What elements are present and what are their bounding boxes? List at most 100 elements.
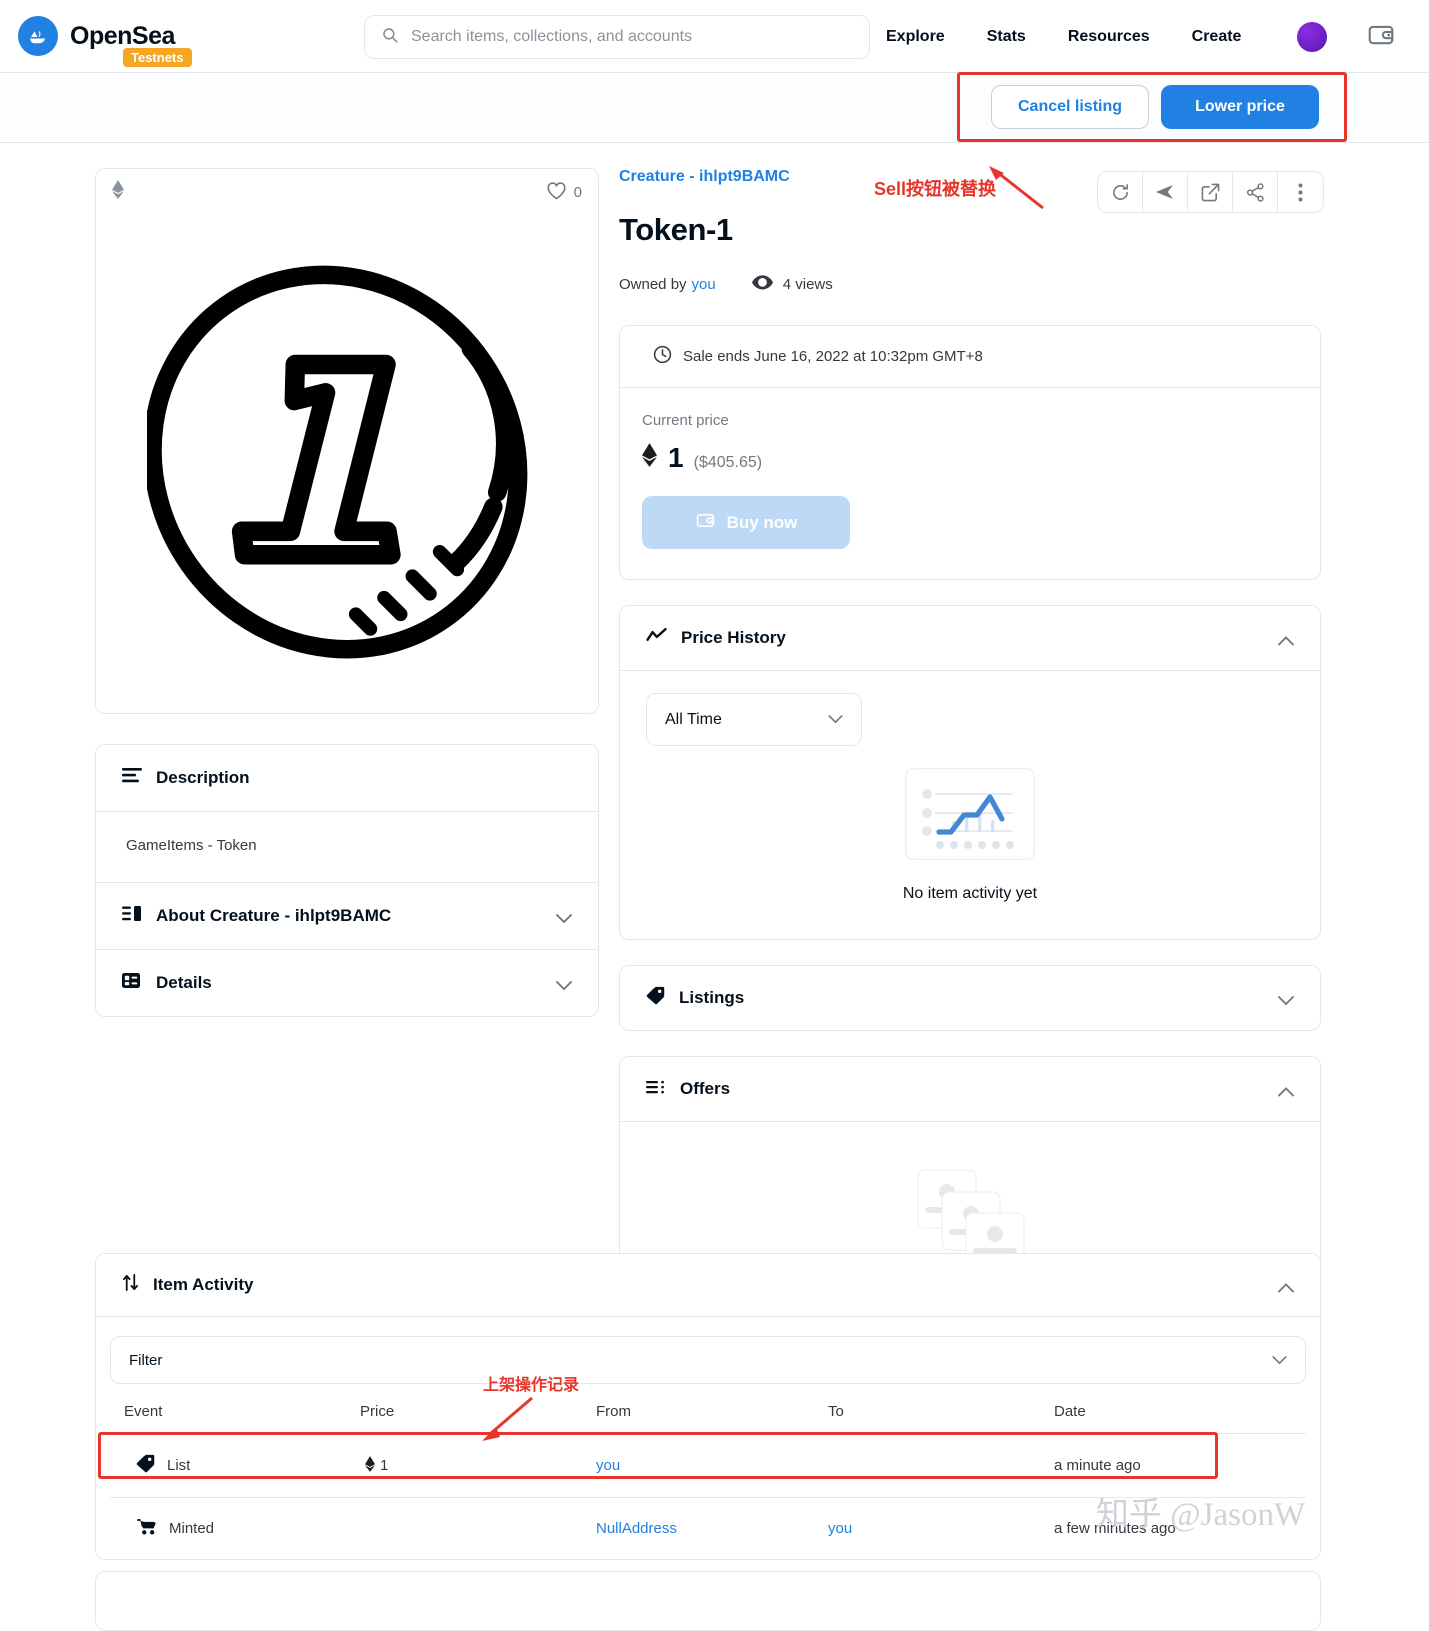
price-history-empty-state: No item activity yet: [646, 768, 1294, 903]
top-navigation-bar: OpenSea Testnets Search items, collectio…: [0, 0, 1429, 73]
chevron-down-icon[interactable]: [1278, 991, 1294, 1011]
activity-event-list: List: [124, 1454, 360, 1477]
about-icon: [122, 905, 142, 928]
activity-event-label: Minted: [169, 1520, 215, 1537]
chevron-up-icon[interactable]: [1278, 1278, 1294, 1298]
more-vertical-icon[interactable]: [1278, 172, 1323, 212]
chevron-down-icon[interactable]: [556, 976, 572, 996]
activity-from-link[interactable]: you: [596, 1457, 620, 1474]
details-icon: [122, 972, 142, 995]
current-price-row: 1 ($405.65): [642, 442, 1298, 474]
heart-icon: [546, 181, 567, 204]
sale-price-card: Sale ends June 16, 2022 at 10:32pm GMT+8…: [619, 325, 1321, 580]
search-placeholder: Search items, collections, and accounts: [411, 28, 693, 45]
right-column: Creature - ihlpt9BAMC Token-1 Owned by y…: [619, 168, 1321, 1356]
activity-from-link[interactable]: NullAddress: [596, 1520, 677, 1537]
view-count: 4 views: [742, 275, 833, 294]
ethereum-icon: [365, 1455, 375, 1476]
activity-to-link[interactable]: you: [828, 1520, 852, 1537]
nft-artwork: [96, 215, 598, 713]
nav-item-create[interactable]: Create: [1192, 28, 1242, 46]
nav-item-stats[interactable]: Stats: [987, 28, 1026, 46]
chevron-up-icon[interactable]: [1278, 631, 1294, 651]
listings-header[interactable]: Listings: [620, 966, 1320, 1030]
like-button[interactable]: 0: [546, 181, 582, 204]
description-header[interactable]: Description: [96, 745, 598, 811]
avatar[interactable]: [1297, 22, 1327, 52]
item-activity-body: Filter Event Price From To Date List 1 y…: [96, 1317, 1320, 1559]
external-link-icon[interactable]: [1188, 172, 1233, 212]
details-header[interactable]: Details: [96, 950, 598, 1016]
buy-now-button[interactable]: Buy now: [642, 496, 850, 549]
cancel-listing-button[interactable]: Cancel listing: [991, 85, 1149, 129]
table-header-row: Event Price From To Date: [110, 1403, 1306, 1434]
time-range-value: All Time: [665, 710, 722, 728]
wallet-icon[interactable]: [1366, 20, 1400, 54]
about-collection-header[interactable]: About Creature - ihlpt9BAMC: [96, 883, 598, 949]
nav-item-resources[interactable]: Resources: [1068, 28, 1150, 46]
activity-price-value: 1: [380, 1457, 389, 1474]
owner-and-views: Owned by you 4 views: [619, 275, 1321, 294]
search-icon: [381, 26, 399, 49]
main-nav: Explore Stats Resources Create: [886, 0, 1241, 73]
tag-icon: [646, 986, 665, 1010]
description-card: Description GameItems - Token About Crea…: [95, 744, 599, 1017]
activity-date-cell: a few minutes ago: [1054, 1497, 1306, 1559]
owner-link[interactable]: you: [692, 276, 716, 293]
column-header-to: To: [828, 1403, 844, 1420]
activity-to-cell: [828, 1433, 1054, 1498]
nav-item-explore[interactable]: Explore: [886, 28, 945, 46]
like-count: 0: [573, 183, 582, 201]
listings-title: Listings: [679, 988, 745, 1007]
current-price-label: Current price: [642, 412, 729, 429]
about-collection-title: About Creature - ihlpt9BAMC: [156, 906, 392, 925]
activity-filter-label: Filter: [129, 1351, 163, 1369]
views-label: 4 views: [782, 276, 833, 293]
column-header-from: From: [596, 1403, 631, 1420]
transfer-icon[interactable]: [1143, 172, 1188, 212]
table-row[interactable]: List 1 you a minute ago: [110, 1433, 1306, 1498]
price-usd: ($405.65): [693, 454, 763, 471]
left-column: 0 Description GameItems - Token About Cr…: [95, 168, 599, 1017]
time-range-select[interactable]: All Time: [646, 693, 862, 746]
activity-event-label: List: [167, 1457, 191, 1474]
search-input[interactable]: Search items, collections, and accounts: [364, 15, 870, 59]
next-section-card: [95, 1571, 1321, 1631]
details-title: Details: [156, 973, 212, 992]
activity-filter-select[interactable]: Filter: [110, 1336, 1306, 1384]
activity-icon: [122, 1273, 139, 1297]
price-history-card: Price History All Time No item activity …: [619, 605, 1321, 940]
price-history-header[interactable]: Price History: [620, 606, 1320, 670]
lower-price-button[interactable]: Lower price: [1161, 85, 1319, 129]
collection-breadcrumb-link[interactable]: Creature - ihlpt9BAMC: [619, 168, 790, 186]
sale-ends-row: Sale ends June 16, 2022 at 10:32pm GMT+8: [620, 326, 1320, 387]
share-icon[interactable]: [1233, 172, 1278, 212]
item-activity-header[interactable]: Item Activity: [96, 1254, 1320, 1316]
chevron-down-icon[interactable]: [556, 909, 572, 929]
description-title: Description: [156, 768, 250, 787]
chevron-up-icon[interactable]: [1278, 1082, 1294, 1102]
activity-table: Event Price From To Date List 1 you a mi…: [110, 1403, 1306, 1559]
brand-logo[interactable]: OpenSea Testnets: [18, 16, 192, 67]
column-header-price: Price: [360, 1403, 395, 1420]
activity-price-cell: [360, 1497, 596, 1559]
column-header-event: Event: [124, 1403, 163, 1420]
description-icon: [122, 767, 142, 790]
refresh-icon[interactable]: [1098, 172, 1143, 212]
price-eth: 1: [668, 442, 684, 473]
sale-ends-text: Sale ends June 16, 2022 at 10:32pm GMT+8: [683, 348, 983, 365]
description-body: GameItems - Token: [126, 837, 257, 854]
offers-header[interactable]: Offers: [620, 1057, 1320, 1121]
chevron-down-icon: [1272, 1352, 1287, 1369]
ethereum-icon: [112, 180, 124, 204]
clock-icon: [653, 345, 672, 368]
mint-icon: [136, 1518, 157, 1539]
item-activity-title: Item Activity: [153, 1275, 254, 1294]
table-row[interactable]: Minted NullAddress you a few minutes ago: [110, 1497, 1306, 1559]
price-history-title: Price History: [681, 628, 786, 647]
owned-by-label: Owned by: [619, 276, 687, 293]
sale-body: Current price 1 ($405.65) Buy now: [620, 388, 1320, 579]
ethereum-icon: [642, 443, 657, 472]
price-history-body: All Time No item activity yet: [620, 671, 1320, 939]
brand-name: OpenSea: [70, 21, 175, 50]
